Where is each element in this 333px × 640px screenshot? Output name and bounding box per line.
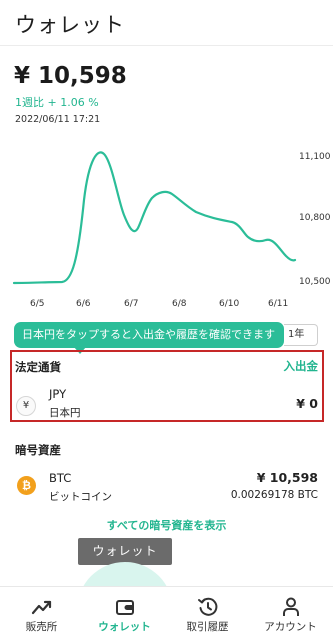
tooltip: 日本円をタップすると入出金や履歴を確認できます [14,322,284,348]
btc-code[interactable]: BTC [49,471,71,485]
btc-name[interactable]: ビットコイン [49,489,112,504]
nav-label: 取引履歴 [186,621,229,633]
total-balance: ¥ 10,598 [14,63,127,89]
app-header: ウォレット [0,0,333,46]
toast: ウォレット [78,538,172,565]
y-tick-label: 10,800 [299,213,331,223]
nav-label: アカウント [264,621,317,633]
deposit-withdraw-link[interactable]: 入出金 [284,358,319,374]
trend-up-icon [31,600,52,615]
x-tick-label: 6/8 [172,299,187,309]
y-tick-label: 10,500 [299,277,331,287]
jpy-amount: ¥ 0 [296,396,318,411]
x-tick-label: 6/7 [124,299,138,309]
history-icon [198,597,218,616]
chart-series-line [12,151,297,285]
wallet-icon [116,600,134,615]
fiat-section-title: 法定通貨 [15,360,61,374]
nav-item-history[interactable]: 取引履歴 [166,587,249,640]
nav-label: ウォレット [98,621,151,633]
nav-label: 販売所 [25,621,58,633]
yen-icon: ¥ [16,396,36,416]
bitcoin-icon: ₿ [17,476,36,495]
period-1y-button[interactable]: 1年 [284,324,318,346]
y-tick-label: 11,100 [299,152,331,162]
nav-item-account[interactable]: アカウント [249,587,332,640]
x-tick-label: 6/11 [268,299,288,309]
page-title: ウォレット [15,13,125,37]
x-tick-label: 6/6 [76,299,91,309]
weekly-change: 1週比 + 1.06 % [15,96,99,109]
bottom-nav: 販売所 ウォレット 取引履歴 アカウント [0,586,333,640]
x-tick-label: 6/10 [219,299,239,309]
btc-jpy-value[interactable]: ¥ 10,598 [257,470,318,485]
jpy-name: 日本円 [49,407,81,419]
crypto-section-title: 暗号資産 [15,443,61,457]
show-all-crypto-link[interactable]: すべての暗号資産を表示 [0,517,333,533]
jpy-code: JPY [49,387,67,401]
balance-timestamp: 2022/06/11 17:21 [15,114,101,125]
balance-chart[interactable]: 11,100 10,800 10,500 6/5 6/6 6/7 6/8 6/1… [0,140,333,315]
x-tick-label: 6/5 [30,299,44,309]
btc-amount[interactable]: 0.00269178 BTC [231,489,318,501]
nav-item-wallet[interactable]: ウォレット [83,587,166,640]
person-icon [283,597,299,616]
nav-item-exchange[interactable]: 販売所 [0,587,83,640]
